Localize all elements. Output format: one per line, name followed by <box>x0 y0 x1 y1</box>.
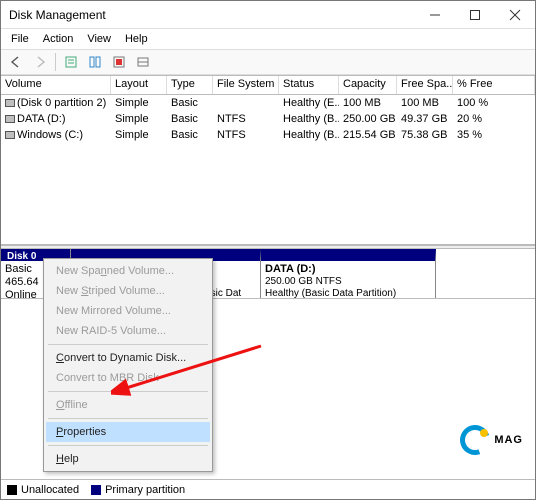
partition[interactable]: DATA (D:)250.00 GB NTFSHealthy (Basic Da… <box>261 249 436 298</box>
context-menu-item: Offline <box>46 395 210 415</box>
minimize-button[interactable] <box>415 1 455 29</box>
legend-primary-swatch <box>91 485 101 495</box>
logo-text: MAG <box>494 434 523 446</box>
table-row[interactable]: DATA (D:) Simple Basic NTFS Healthy (B..… <box>1 111 535 127</box>
toolbar-separator <box>55 53 56 71</box>
col-status[interactable]: Status <box>279 76 339 94</box>
legend: Unallocated Primary partition <box>1 479 535 499</box>
table-row[interactable]: (Disk 0 partition 2) Simple Basic Health… <box>1 95 535 111</box>
cell: Healthy (E... <box>279 95 339 111</box>
cell: Basic <box>167 95 213 111</box>
maximize-button[interactable] <box>455 1 495 29</box>
cell: NTFS <box>213 127 279 143</box>
col-layout[interactable]: Layout <box>111 76 167 94</box>
cell: 75.38 GB <box>397 127 453 143</box>
cell <box>213 101 279 105</box>
cell: 49.37 GB <box>397 111 453 127</box>
menu-view[interactable]: View <box>81 31 117 47</box>
context-menu-item[interactable]: Properties <box>46 422 210 442</box>
cell: Healthy (B... <box>279 111 339 127</box>
cell: Simple <box>111 95 167 111</box>
disk-status: Online <box>5 289 37 301</box>
table-row[interactable]: Windows (C:) Simple Basic NTFS Healthy (… <box>1 127 535 143</box>
cell: DATA (D:) <box>1 111 111 127</box>
disk-size: 465.64 <box>5 276 39 288</box>
context-menu-item: New RAID-5 Volume... <box>46 321 210 341</box>
cell: Healthy (B... <box>279 127 339 143</box>
col-volume[interactable]: Volume <box>1 76 111 94</box>
col-pctfree[interactable]: % Free <box>453 76 535 94</box>
toolbar <box>1 49 535 75</box>
cell: 100 % <box>453 95 535 111</box>
context-menu-separator <box>48 344 208 345</box>
cell: Basic <box>167 127 213 143</box>
refresh-button[interactable] <box>84 51 106 73</box>
menu-help[interactable]: Help <box>119 31 154 47</box>
cell: Simple <box>111 111 167 127</box>
cell: 100 MB <box>397 95 453 111</box>
volume-icon <box>5 99 15 107</box>
context-menu-item: New Mirrored Volume... <box>46 301 210 321</box>
window-controls <box>415 1 535 29</box>
cell: (Disk 0 partition 2) <box>1 95 111 111</box>
cell: 215.54 GB <box>339 127 397 143</box>
context-menu-separator <box>48 418 208 419</box>
settings-button[interactable] <box>60 51 82 73</box>
context-menu-item[interactable]: Help <box>46 449 210 469</box>
col-free[interactable]: Free Spa... <box>397 76 453 94</box>
watermark-logo: MAG <box>460 425 523 455</box>
col-type[interactable]: Type <box>167 76 213 94</box>
menu-file[interactable]: File <box>5 31 35 47</box>
col-capacity[interactable]: Capacity <box>339 76 397 94</box>
legend-primary-label: Primary partition <box>105 484 185 496</box>
window-title: Disk Management <box>9 8 415 22</box>
legend-unalloc-swatch <box>7 485 17 495</box>
context-menu: New Spanned Volume...New Striped Volume.… <box>43 258 213 472</box>
menu-action[interactable]: Action <box>37 31 80 47</box>
close-button[interactable] <box>495 1 535 29</box>
cell: 250.00 GB <box>339 111 397 127</box>
volume-icon <box>5 131 15 139</box>
cell: Windows (C:) <box>1 127 111 143</box>
context-menu-separator <box>48 391 208 392</box>
volume-list[interactable]: (Disk 0 partition 2) Simple Basic Health… <box>1 95 535 245</box>
context-menu-separator <box>48 445 208 446</box>
cell: 100 MB <box>339 95 397 111</box>
cell: 35 % <box>453 127 535 143</box>
legend-unalloc-label: Unallocated <box>21 484 79 496</box>
disk-type: Basic <box>5 263 32 275</box>
titlebar[interactable]: Disk Management <box>1 1 535 29</box>
logo-icon <box>460 425 490 455</box>
cell: Basic <box>167 111 213 127</box>
back-button[interactable] <box>5 51 27 73</box>
cell: 20 % <box>453 111 535 127</box>
volume-list-header: Volume Layout Type File System Status Ca… <box>1 75 535 95</box>
context-menu-item[interactable]: Convert to Dynamic Disk... <box>46 348 210 368</box>
col-filesystem[interactable]: File System <box>213 76 279 94</box>
context-menu-item: Convert to MBR Disk <box>46 368 210 388</box>
forward-button[interactable] <box>29 51 51 73</box>
cell: Simple <box>111 127 167 143</box>
menubar: File Action View Help <box>1 29 535 49</box>
list-button[interactable] <box>132 51 154 73</box>
disk-management-window: Disk Management File Action View Help Vo… <box>0 0 536 500</box>
volume-icon <box>5 115 15 123</box>
context-menu-item: New Striped Volume... <box>46 281 210 301</box>
help-button[interactable] <box>108 51 130 73</box>
cell: NTFS <box>213 111 279 127</box>
context-menu-item: New Spanned Volume... <box>46 261 210 281</box>
